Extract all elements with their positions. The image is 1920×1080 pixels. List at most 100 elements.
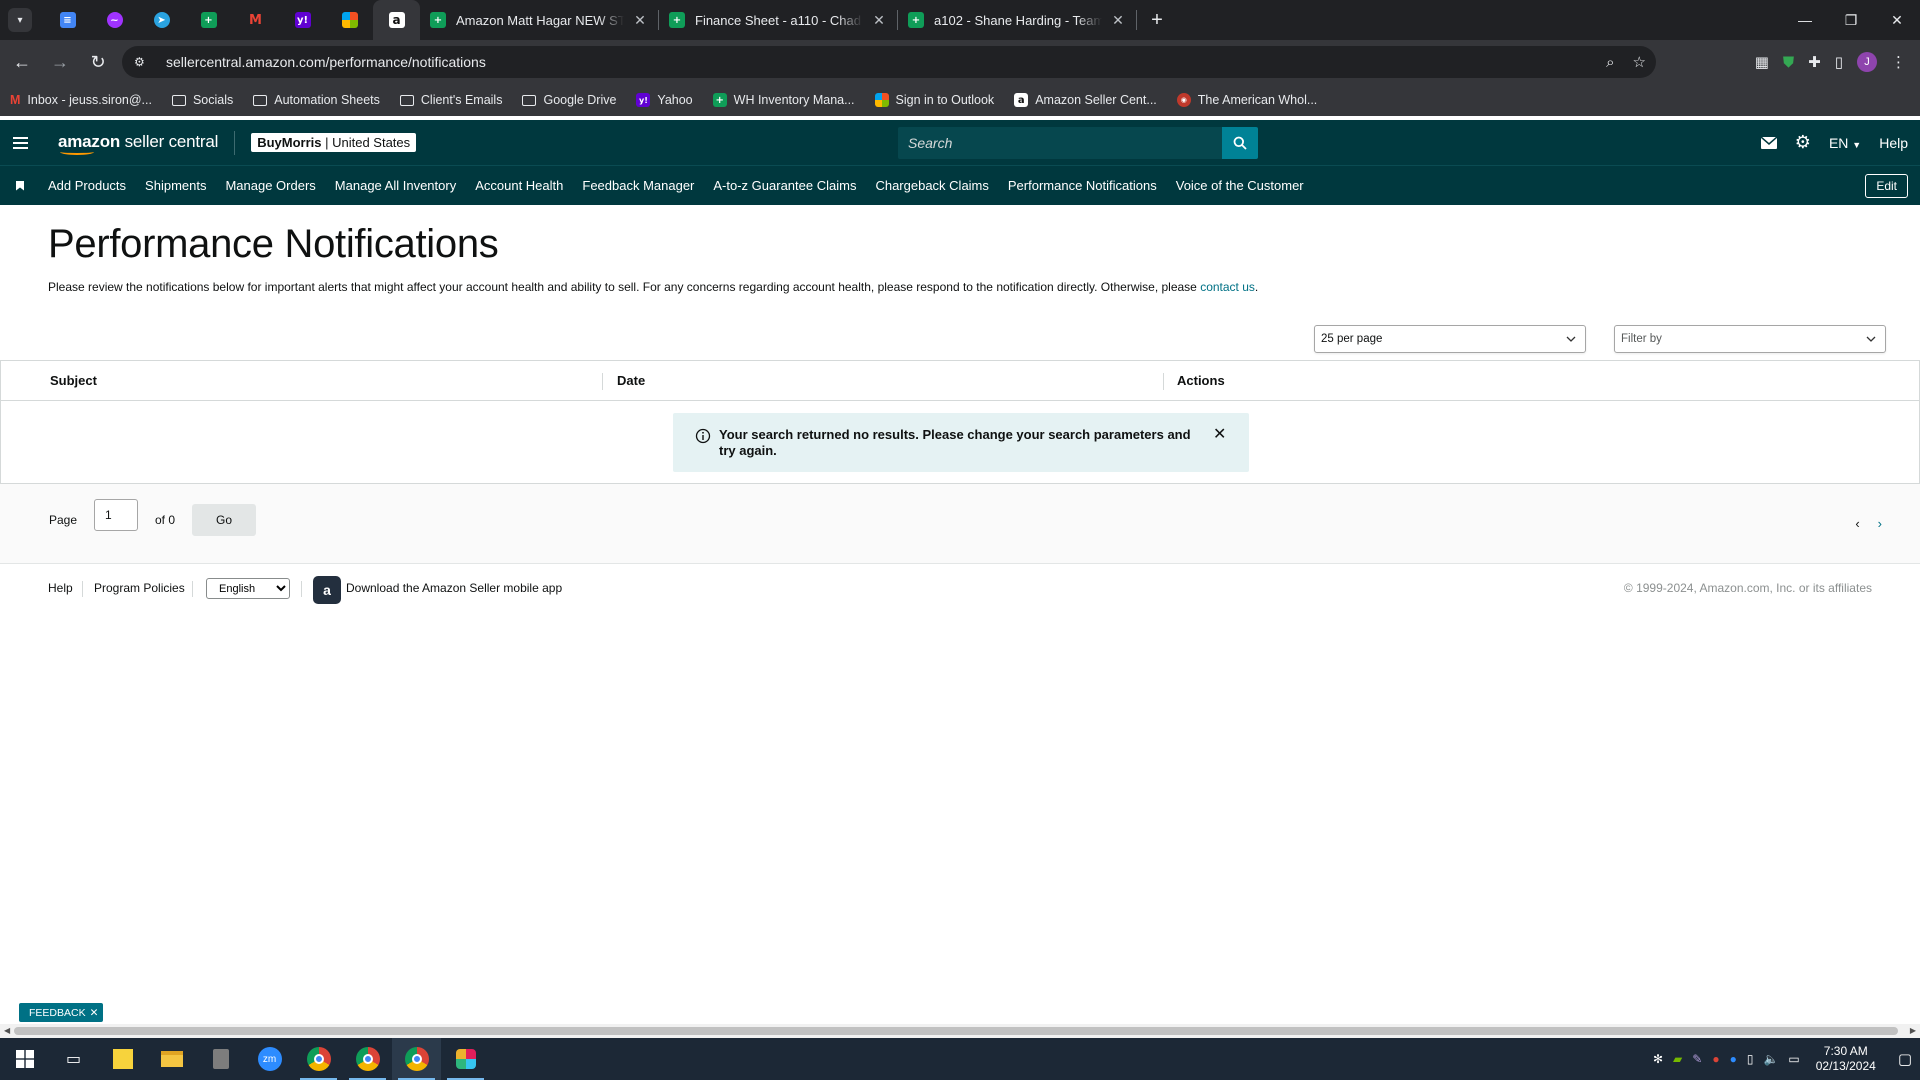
forward-icon[interactable]: →	[42, 44, 78, 80]
bookmark-inbox[interactable]: M Inbox - jeuss.siron@...	[10, 93, 152, 107]
nav-manage-all-inventory[interactable]: Manage All Inventory	[335, 178, 456, 193]
nav-voice-of-the-customer[interactable]: Voice of the Customer	[1176, 178, 1304, 193]
hamburger-menu-icon[interactable]	[0, 136, 40, 149]
bookmark-american-wholesale[interactable]: ◉ The American Whol...	[1176, 93, 1317, 107]
chrome-window-1-icon[interactable]	[294, 1038, 343, 1080]
next-page-icon[interactable]: ›	[1878, 516, 1882, 531]
shield-extension-icon[interactable]: ⛊	[1783, 54, 1794, 71]
horizontal-scrollbar[interactable]: ◀ ▶	[0, 1024, 1920, 1038]
nav-feedback-manager[interactable]: Feedback Manager	[582, 178, 694, 193]
filter-by-select[interactable]: Filter by	[1614, 325, 1886, 353]
pinned-tab-gmail[interactable]: M	[232, 0, 279, 40]
settings-gear-icon[interactable]: ⚙	[1795, 132, 1811, 153]
extensions-puzzle-icon[interactable]: ✚	[1808, 53, 1821, 71]
footer-language-select[interactable]: English	[206, 578, 290, 599]
side-panel-icon[interactable]: ▯	[1835, 53, 1843, 71]
mail-icon[interactable]	[1760, 136, 1777, 149]
column-header-subject[interactable]: Subject	[50, 373, 97, 388]
bookmark-amazon-seller[interactable]: a Amazon Seller Cent...	[1014, 93, 1157, 107]
restore-icon[interactable]: ❐	[1828, 0, 1874, 40]
pinned-tab-amazon-active[interactable]: a	[373, 0, 420, 40]
search-button[interactable]	[1222, 127, 1258, 159]
tray-pen-icon[interactable]: ✎	[1692, 1052, 1702, 1066]
menu-kebab-icon[interactable]: ⋮	[1891, 53, 1906, 71]
bookmark-google-drive[interactable]: Google Drive	[522, 93, 616, 107]
bookmark-automation-sheets[interactable]: Automation Sheets	[253, 93, 380, 107]
program-policies-link[interactable]: Program Policies	[94, 581, 185, 595]
pinned-tab-yahoo[interactable]: y!	[279, 0, 326, 40]
store-switcher[interactable]: BuyMorris | United States	[251, 133, 417, 152]
tray-chrome-icon[interactable]: ●	[1712, 1052, 1719, 1066]
pinned-tab-microsoft[interactable]	[326, 0, 373, 40]
nav-manage-orders[interactable]: Manage Orders	[225, 178, 315, 193]
feedback-button[interactable]: FEEDBACK ✕	[19, 1003, 104, 1022]
site-info-icon[interactable]: ⚙	[134, 55, 154, 69]
chrome-window-3-icon[interactable]	[392, 1038, 441, 1080]
contact-us-link[interactable]: contact us	[1200, 280, 1255, 294]
nav-account-health[interactable]: Account Health	[475, 178, 563, 193]
nav-performance-notifications[interactable]: Performance Notifications	[1008, 178, 1157, 193]
nav-chargeback-claims[interactable]: Chargeback Claims	[875, 178, 988, 193]
tray-nvidia-icon[interactable]: ▰	[1673, 1052, 1682, 1066]
amazon-seller-app-icon[interactable]: a	[313, 576, 341, 604]
tab-amazon-matt-hagar[interactable]: + Amazon Matt Hagar NEW STOR ✕	[420, 0, 658, 40]
seller-central-logo[interactable]: amazon seller central	[58, 130, 236, 155]
tray-zoom-icon[interactable]: ●	[1730, 1052, 1737, 1066]
bookmark-outlook[interactable]: Sign in to Outlook	[874, 93, 994, 107]
slack-icon[interactable]	[441, 1038, 490, 1080]
url-text[interactable]: sellercentral.amazon.com/performance/not…	[166, 54, 486, 70]
nav-a-to-z-claims[interactable]: A-to-z Guarantee Claims	[713, 178, 856, 193]
bookmark-star-icon[interactable]: ☆	[1633, 53, 1646, 71]
close-tab-icon[interactable]: ✕	[871, 12, 887, 29]
page-number-input[interactable]: 1	[94, 499, 138, 531]
scrollbar-thumb[interactable]	[14, 1027, 1898, 1035]
calculator-icon[interactable]	[196, 1038, 245, 1080]
new-tab-button[interactable]: +	[1143, 6, 1171, 34]
profile-avatar[interactable]: J	[1857, 52, 1877, 72]
zoom-icon[interactable]: ⌕	[1606, 54, 1614, 71]
pinned-tab-sheets[interactable]: +	[185, 0, 232, 40]
back-icon[interactable]: ←	[4, 44, 40, 80]
tab-search-button[interactable]: ▾	[8, 8, 32, 32]
previous-page-icon[interactable]: ‹	[1855, 516, 1859, 531]
go-button[interactable]: Go	[192, 504, 256, 536]
address-bar[interactable]: ⚙ sellercentral.amazon.com/performance/n…	[122, 46, 1656, 78]
pinned-tab-messenger[interactable]: ~	[91, 0, 138, 40]
edit-nav-button[interactable]: Edit	[1865, 174, 1908, 198]
bookmark-yahoo[interactable]: y! Yahoo	[636, 93, 693, 107]
tab-finance-sheet[interactable]: + Finance Sheet - a110 - Chad M ✕	[659, 0, 897, 40]
pinned-tab-telegram[interactable]: ➤	[138, 0, 185, 40]
tray-network-share-icon[interactable]: ✻	[1653, 1052, 1663, 1066]
bookmark-clients-emails[interactable]: Client's Emails	[399, 93, 502, 107]
close-window-icon[interactable]: ✕	[1874, 0, 1920, 40]
taskbar-clock[interactable]: 7:30 AM 02/13/2024	[1816, 1044, 1876, 1074]
chrome-window-2-icon[interactable]	[343, 1038, 392, 1080]
search-input[interactable]	[898, 127, 1222, 159]
footer-help-link[interactable]: Help	[48, 581, 73, 595]
qr-extension-icon[interactable]: ▦	[1755, 53, 1769, 71]
display-icon[interactable]: ▭	[1788, 1052, 1799, 1066]
reload-icon[interactable]: ↻	[80, 44, 116, 80]
sticky-notes-icon[interactable]	[98, 1038, 147, 1080]
nav-shipments[interactable]: Shipments	[145, 178, 206, 193]
close-tab-icon[interactable]: ✕	[1110, 12, 1126, 29]
close-feedback-icon[interactable]: ✕	[90, 1007, 99, 1019]
nav-add-products[interactable]: Add Products	[48, 178, 126, 193]
pinned-tab-docs[interactable]: ≡	[44, 0, 91, 40]
task-view-icon[interactable]: ▭	[49, 1038, 98, 1080]
tray-device-icon[interactable]: ▯	[1747, 1052, 1754, 1066]
language-selector[interactable]: EN ▼	[1829, 135, 1861, 151]
scroll-left-icon[interactable]: ◀	[4, 1026, 10, 1035]
per-page-select[interactable]: 25 per page	[1314, 325, 1586, 353]
bookmark-wh-inventory[interactable]: + WH Inventory Mana...	[712, 93, 855, 107]
close-tab-icon[interactable]: ✕	[632, 12, 648, 29]
close-icon[interactable]: ✕	[1213, 427, 1229, 472]
help-link[interactable]: Help	[1879, 135, 1908, 151]
bookmark-socials[interactable]: Socials	[171, 93, 233, 107]
download-app-link[interactable]: Download the Amazon Seller mobile app	[346, 581, 562, 595]
notifications-icon[interactable]: ▢	[1898, 1050, 1912, 1068]
volume-icon[interactable]: 🔈	[1763, 1052, 1778, 1066]
windows-start-icon[interactable]	[0, 1038, 49, 1080]
zoom-app-icon[interactable]: zm	[245, 1038, 294, 1080]
scroll-right-icon[interactable]: ▶	[1910, 1026, 1916, 1035]
